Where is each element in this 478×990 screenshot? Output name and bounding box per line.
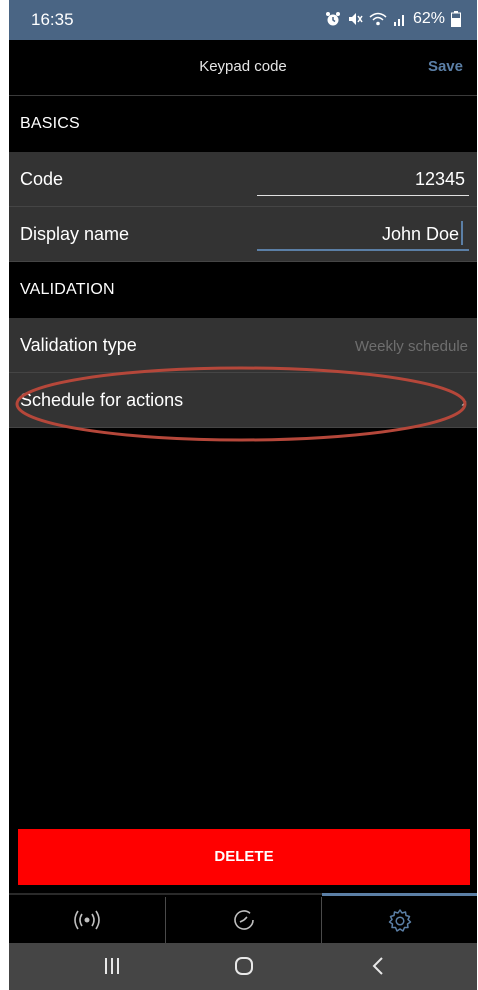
display-name-label: Display name [20,224,130,244]
history-clock-icon [233,910,254,930]
android-nav-bar [9,943,477,990]
radio-signal-icon [74,910,100,930]
battery-percent: 62% [412,10,445,27]
tab-connection[interactable] [9,895,165,945]
tab-history[interactable] [166,895,321,945]
mute-icon [348,13,363,25]
save-button[interactable]: Save [428,58,463,75]
display-name-field[interactable]: John Doe [257,217,469,251]
code-label: Code [20,169,64,189]
alarm-icon [325,12,340,26]
code-row[interactable]: Code 12345 [9,152,477,207]
wifi-icon [369,12,387,26]
tab-bar [9,893,477,945]
display-name-row[interactable]: Display name John Doe [9,207,477,262]
signal-icon [393,15,404,26]
code-value: 12345 [414,169,465,189]
validation-type-value: Weekly schedule [354,338,468,355]
section-title-validation: VALIDATION [20,281,115,298]
validation-type-row[interactable]: Validation type Weekly schedule [9,318,477,373]
recent-apps-icon[interactable] [104,957,120,975]
status-time: 16:35 [31,10,74,29]
nav-header: Keypad code Save [9,40,477,96]
phone-screen: 16:35 62% Keypad code Save BASICS Code 1… [9,0,477,990]
schedule-for-actions-row[interactable]: Schedule for actions › [9,373,477,428]
status-icons: 62% [325,10,461,28]
tab-settings[interactable] [322,893,477,946]
gear-icon [388,909,411,932]
section-title-basics: BASICS [20,115,80,132]
back-icon[interactable] [371,956,385,976]
page-title: Keypad code [199,58,287,75]
delete-button[interactable]: DELETE [18,829,470,885]
home-icon[interactable] [234,956,254,976]
validation-type-label: Validation type [20,335,137,355]
chevron-right-icon: › [461,391,467,411]
battery-icon [451,11,461,27]
section-header-validation: VALIDATION [9,262,477,318]
status-bar: 16:35 62% [9,0,477,40]
section-header-basics: BASICS [9,96,477,152]
text-cursor [461,221,463,245]
code-field[interactable]: 12345 [257,162,469,196]
display-name-value: John Doe [381,224,459,244]
schedule-for-actions-label: Schedule for actions [20,390,184,410]
